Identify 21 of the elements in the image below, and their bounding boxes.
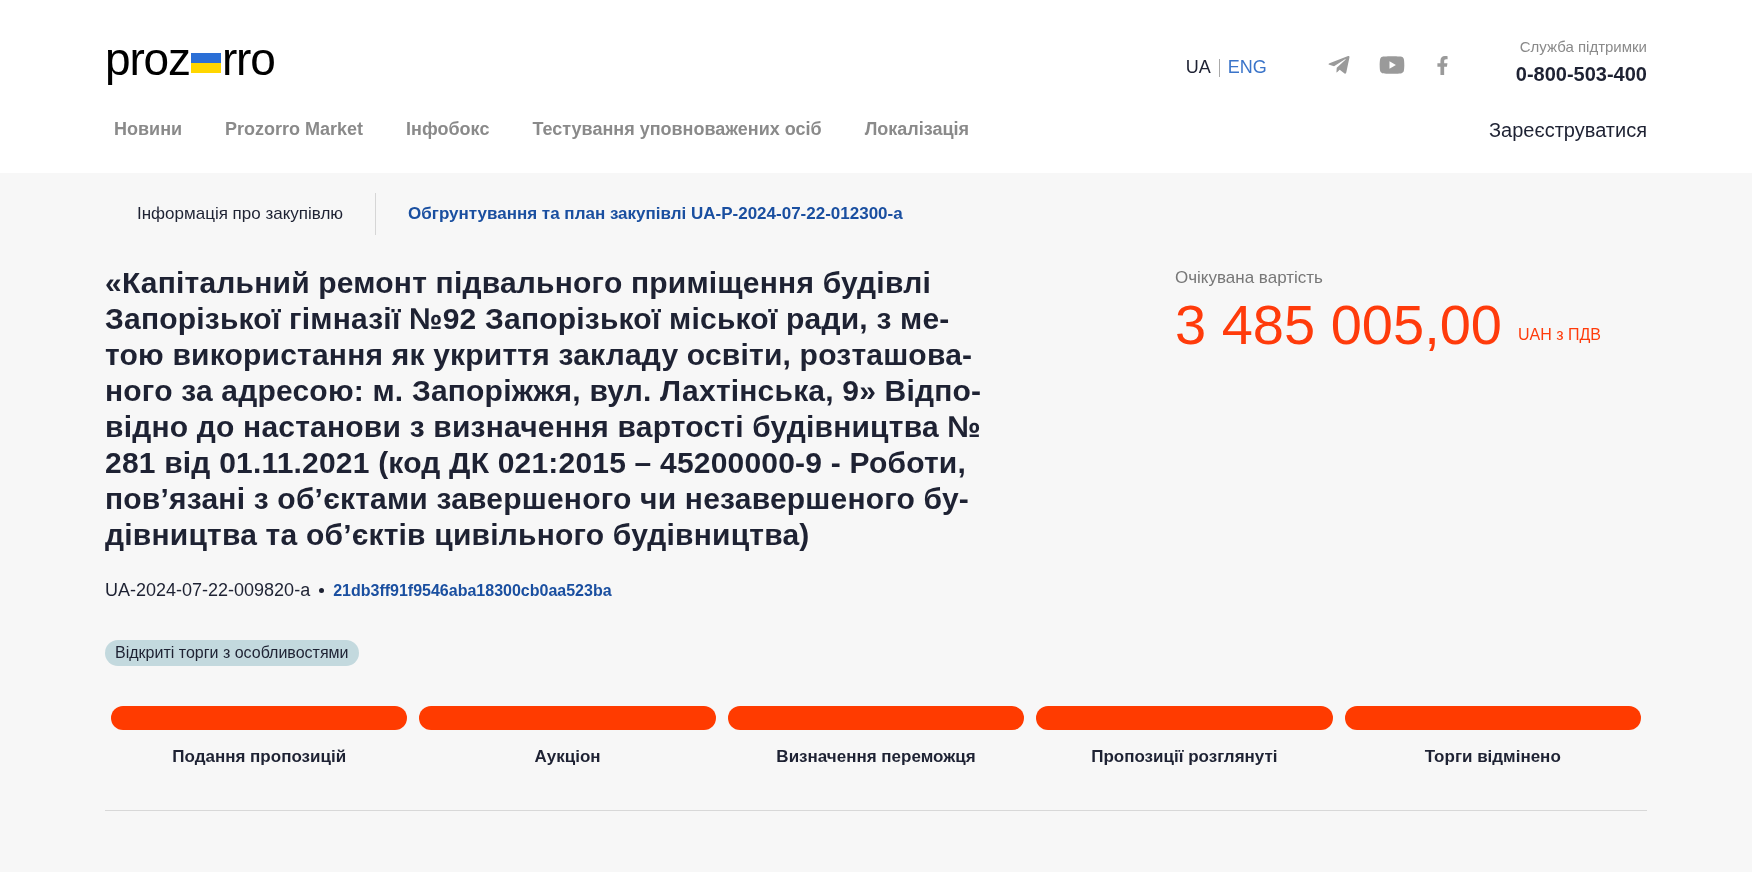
stage-label: Пропозиції розглянуті xyxy=(1091,746,1278,768)
flag-icon xyxy=(190,53,221,73)
support-label: Служба підтримки xyxy=(1519,37,1647,57)
stage-label: Подання пропозицій xyxy=(172,746,347,768)
tender-title: «Капітальний ремонт підвального приміщення будівлі Запорізької гімназії №92 Запорізької міської ради, з ме- тою використання як укриття закладу освіти, розташова- ного за адресою: м. Запоріжжя, вул. Лахтінська, 9» Відпо- відно до настанови з визначення вартості будівництва № 281 від 01.11.2021 (код ДК 021:2015 – 45200000-9 - Роботи, пов’язані з об’єктами завершеного чи незавершеного бу- дівництва та об’єктів цивільного будівництва) xyxy=(105,265,983,553)
expected-value: 3 485 005,00 xyxy=(1175,294,1502,355)
currency-label: UAH з ПДВ xyxy=(1518,324,1601,345)
procedure-tag: Відкриті торги з особливостями xyxy=(105,640,359,666)
support-phone[interactable]: 0-800-503-400 xyxy=(1515,58,1647,89)
language-link[interactable]: ENG xyxy=(1227,54,1267,81)
stage-label: Визначення переможця xyxy=(776,746,976,768)
register-link[interactable]: Зареєструватися xyxy=(1489,114,1647,145)
tab[interactable]: Обгрунтування та план закупівлі UA-P-2024-07-22-012300-a xyxy=(376,201,935,227)
stage-label: Аукціон xyxy=(534,746,601,768)
tender-id: UA-2024-07-22-009820-a xyxy=(105,579,311,602)
tab[interactable]: Інформація про закупівлю xyxy=(105,201,376,227)
value-label: Очікувана вартість xyxy=(1175,267,1324,289)
hash-link[interactable]: 21db3ff91f9546aba18300cb0aa523ba xyxy=(333,578,612,603)
language-link[interactable]: UA xyxy=(1185,54,1211,81)
stage-label: Торги відмінено xyxy=(1424,746,1561,768)
telegram-icon[interactable] xyxy=(1326,53,1351,77)
